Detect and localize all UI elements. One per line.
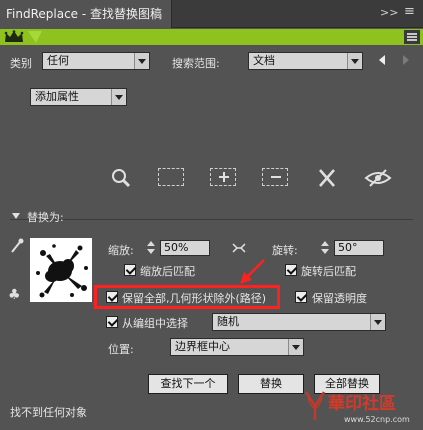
disclosure-triangle-icon[interactable] — [12, 213, 20, 219]
add-attribute-label: 添加属性 — [35, 90, 79, 103]
annotation-arrow — [240, 259, 265, 284]
rotate-input[interactable]: 50° — [334, 240, 384, 256]
select-rect-icon[interactable] — [158, 168, 184, 186]
plugin-decoration-icon — [28, 31, 42, 43]
zoom-icon[interactable] — [110, 168, 132, 188]
link-proportions-icon[interactable] — [232, 242, 246, 254]
scale-input[interactable]: 50% — [160, 240, 210, 256]
choose-from-group-value: 随机 — [217, 315, 239, 328]
scope-label: 搜索范围: — [172, 57, 220, 70]
replace-section-title: 替换为: — [27, 211, 64, 224]
keep-all-label: 保留全部,几何形状除外(路径) — [122, 292, 267, 305]
position-dropdown[interactable]: 边界框中心 — [170, 338, 304, 356]
category-label: 类别 — [10, 57, 32, 70]
choose-from-group-checkbox[interactable] — [106, 316, 118, 328]
scale-after-match-label: 缩放后匹配 — [140, 265, 195, 278]
position-value: 边界框中心 — [175, 340, 230, 353]
hide-eye-icon[interactable] — [364, 168, 392, 188]
chevron-down-icon — [111, 89, 126, 105]
category-value: 任何 — [47, 54, 69, 67]
keep-opacity-label: 保留透明度 — [312, 292, 367, 305]
find-next-button[interactable]: 查找下一个 — [148, 374, 228, 394]
watermark-logo: 華印社區 www.52cnp.com — [300, 386, 423, 430]
panel-menu-icon[interactable]: ≡ — [404, 4, 415, 19]
subtract-selection-icon[interactable] — [262, 168, 288, 186]
panel-title: FindReplace - 查找替换图稿 — [6, 7, 163, 21]
chevron-down-icon — [288, 339, 303, 355]
add-to-selection-icon[interactable] — [210, 168, 236, 186]
chevron-down-icon — [347, 53, 362, 69]
replace-button[interactable]: 替换 — [238, 374, 304, 394]
panel-options-button[interactable] — [404, 30, 420, 44]
close-icon[interactable] — [316, 168, 338, 188]
rotate-after-match-checkbox[interactable] — [285, 264, 297, 276]
status-text: 找不到任何对象 — [10, 406, 87, 419]
watermark-url: www.52cnp.com — [344, 415, 410, 424]
collapse-panel-icon[interactable]: >> — [380, 6, 398, 19]
add-attribute-dropdown[interactable]: 添加属性 — [30, 88, 127, 106]
scale-label: 缩放: — [108, 244, 134, 257]
previous-arrow-icon[interactable] — [378, 55, 386, 65]
keep-all-checkbox[interactable] — [106, 291, 118, 303]
symbol-library-icon[interactable]: ♣ — [8, 287, 21, 303]
scale-stepper[interactable] — [146, 240, 156, 256]
panel-tab[interactable]: FindReplace - 查找替换图稿 — [0, 0, 172, 28]
position-label: 位置: — [108, 343, 134, 356]
choose-from-group-dropdown[interactable]: 随机 — [212, 313, 386, 331]
eyedropper-icon[interactable] — [10, 238, 24, 254]
category-dropdown[interactable]: 任何 — [42, 52, 150, 70]
crown-icon — [4, 30, 24, 42]
rotate-stepper[interactable] — [320, 240, 330, 256]
symbol-preview-thumbnail — [30, 238, 92, 302]
keep-opacity-checkbox[interactable] — [295, 291, 307, 303]
section-divider — [10, 219, 413, 220]
scale-after-match-checkbox[interactable] — [124, 264, 136, 276]
plugin-bar — [0, 29, 423, 45]
rotate-label: 旋转: — [272, 244, 298, 257]
chevron-down-icon — [370, 314, 385, 330]
next-arrow-icon[interactable] — [402, 55, 410, 65]
scope-dropdown[interactable]: 文档 — [248, 52, 363, 70]
chevron-down-icon — [134, 53, 149, 69]
choose-from-group-label: 从编组中选择 — [122, 317, 188, 330]
watermark-emblem-icon — [304, 391, 326, 420]
watermark-brand: 華印社區 — [328, 394, 396, 414]
scope-value: 文档 — [253, 54, 275, 67]
rotate-after-match-label: 旋转后匹配 — [301, 265, 356, 278]
